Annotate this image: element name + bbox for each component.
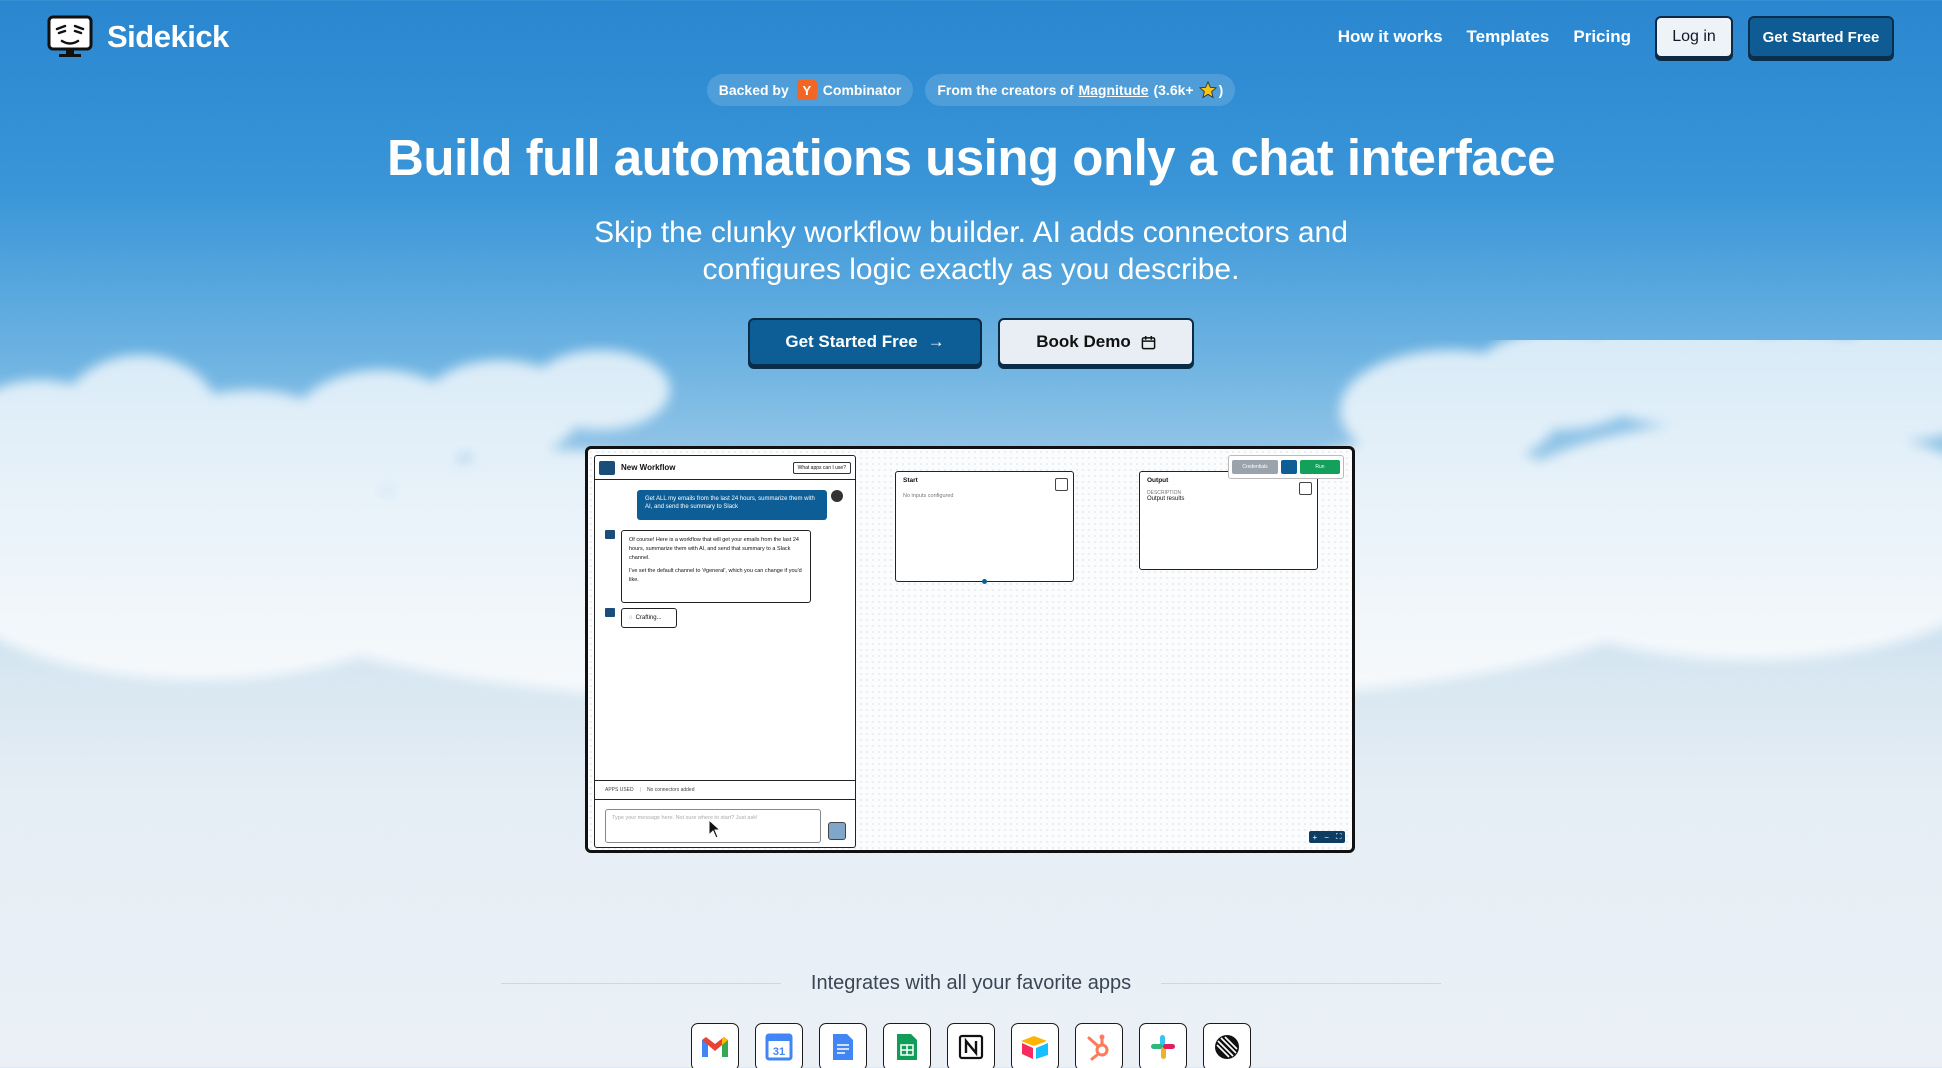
creators-prefix: From the creators of [937, 82, 1074, 98]
save-button[interactable] [1281, 460, 1297, 474]
combinator-label: Combinator [822, 82, 902, 98]
hero-get-started-button[interactable]: Get Started Free → [748, 318, 982, 366]
hero-get-started-label: Get Started Free [785, 332, 918, 351]
download-icon[interactable] [1299, 482, 1312, 495]
bot-avatar-icon [605, 608, 615, 617]
credentials-button[interactable]: Credentials [1232, 460, 1278, 474]
sidekick-mini-logo-icon [599, 460, 615, 475]
star-icon [1198, 81, 1217, 99]
zoom-in-button[interactable]: + [1313, 833, 1318, 842]
hubspot-icon[interactable] [1075, 1023, 1123, 1068]
calendar-icon [1141, 335, 1156, 349]
creators-close: ) [1218, 82, 1224, 98]
output-node[interactable]: Output DESCRIPTION Output results [1139, 471, 1318, 570]
integrations-section: Integrates with all your favorite apps 3… [0, 972, 1942, 1068]
run-button[interactable]: Run [1300, 460, 1340, 474]
fit-view-button[interactable]: ⛶ [1336, 832, 1342, 842]
nav-link-templates[interactable]: Templates [1467, 27, 1550, 47]
send-button[interactable] [828, 822, 846, 840]
output-node-body: Output results [1147, 496, 1185, 502]
crafting-label: Crafting... [635, 615, 662, 621]
google-calendar-icon[interactable]: 31 [755, 1023, 803, 1068]
mouse-cursor-icon [708, 819, 722, 839]
start-node-body: No inputs configured [903, 493, 954, 499]
badges: Backed by Y Combinator From the creators… [0, 74, 1942, 106]
chat-title: New Workflow [621, 463, 676, 472]
book-demo-button[interactable]: Book Demo [998, 318, 1194, 366]
app-icons-row: 31 [0, 1023, 1942, 1068]
node-handle[interactable] [982, 579, 987, 584]
apps-used-label: APPS USED [605, 787, 634, 793]
backed-by-label: Backed by [718, 82, 789, 98]
yc-badge[interactable]: Backed by Y Combinator [706, 74, 914, 106]
zoom-controls: + − ⛶ [1309, 831, 1345, 843]
bot-message-text-1: Of course! Here is a workflow that will … [629, 537, 799, 561]
chat-help-button[interactable]: What apps can I use? [792, 461, 851, 474]
airtable-icon[interactable] [1011, 1023, 1059, 1068]
divider-right [1161, 983, 1442, 984]
arrow-right-icon: → [927, 332, 945, 351]
nav-get-started-button[interactable]: Get Started Free [1748, 16, 1894, 58]
brand-name: Sidekick [107, 19, 229, 54]
hero-subtitle: Skip the clunky workflow builder. AI add… [594, 216, 1348, 286]
google-sheets-icon[interactable] [883, 1023, 931, 1068]
product-demo-window[interactable]: New Workflow What apps can I use? Get AL… [585, 446, 1355, 853]
hero-cta-row: Get Started Free → Book Demo [0, 318, 1942, 366]
nav-link-how-it-works[interactable]: How it works [1338, 27, 1443, 47]
book-demo-label: Book Demo [1036, 332, 1131, 351]
magnitude-link[interactable]: Magnitude [1078, 82, 1148, 98]
bot-message-text-2: I've set the default channel to '#genera… [629, 568, 802, 583]
integrations-title: Integrates with all your favorite apps [810, 972, 1132, 994]
gmail-icon[interactable] [691, 1023, 739, 1068]
nav-link-pricing[interactable]: Pricing [1573, 27, 1631, 47]
linear-icon[interactable] [1203, 1023, 1251, 1068]
zoom-out-button[interactable]: − [1324, 833, 1329, 842]
creators-stars: (3.6k+ [1153, 82, 1194, 98]
slack-icon[interactable] [1139, 1023, 1187, 1068]
chat-header: New Workflow What apps can I use? [595, 456, 855, 480]
bot-avatar-icon [605, 530, 615, 539]
login-button[interactable]: Log in [1655, 16, 1733, 58]
bot-message: Of course! Here is a workflow that will … [621, 530, 811, 603]
start-node-title: Start [903, 477, 918, 484]
divider-left [500, 983, 781, 984]
chat-panel: New Workflow What apps can I use? Get AL… [594, 455, 856, 848]
notion-icon[interactable] [947, 1023, 995, 1068]
divider: | [639, 787, 641, 793]
top-nav: Sidekick How it works Templates Pricing … [0, 0, 1942, 74]
apps-used-bar: APPS USED | No connectors added [595, 780, 855, 800]
nav-links: How it works Templates Pricing Log in Ge… [1338, 16, 1894, 58]
user-avatar [831, 490, 843, 502]
brand[interactable]: Sidekick [47, 15, 229, 59]
apps-used-value: No connectors added [646, 787, 695, 793]
canvas-toolbar: Credentials Run [1228, 455, 1344, 479]
crafting-indicator: ◌ Crafting... [621, 608, 677, 628]
add-input-icon[interactable] [1055, 478, 1068, 491]
creators-badge[interactable]: From the creators of Magnitude (3.6k+ ) [925, 74, 1236, 106]
svg-text:31: 31 [773, 1046, 785, 1058]
hero-title: Build full automations using only a chat… [387, 129, 1555, 186]
start-node[interactable]: Start No inputs configured [895, 471, 1074, 584]
user-message: Get ALL my emails from the last 24 hours… [637, 490, 827, 520]
sidekick-logo-icon [47, 15, 93, 57]
y-combinator-logo-icon: Y [796, 80, 817, 100]
spinner-icon: ◌ [629, 615, 633, 621]
google-docs-icon[interactable] [819, 1023, 867, 1068]
